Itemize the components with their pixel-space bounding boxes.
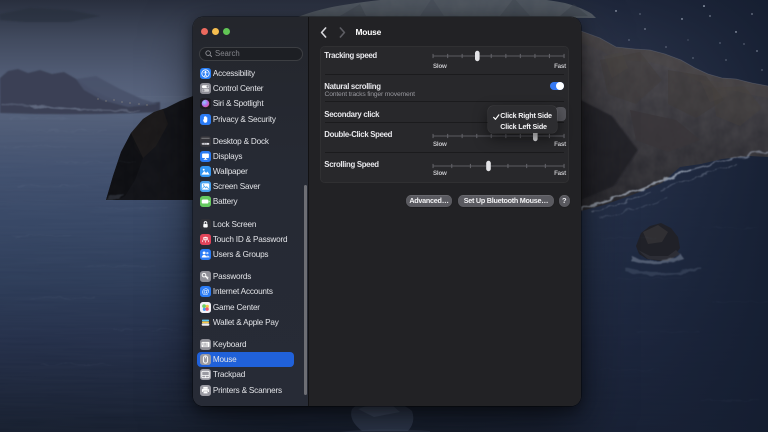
svg-text:@: @ [201,287,209,296]
